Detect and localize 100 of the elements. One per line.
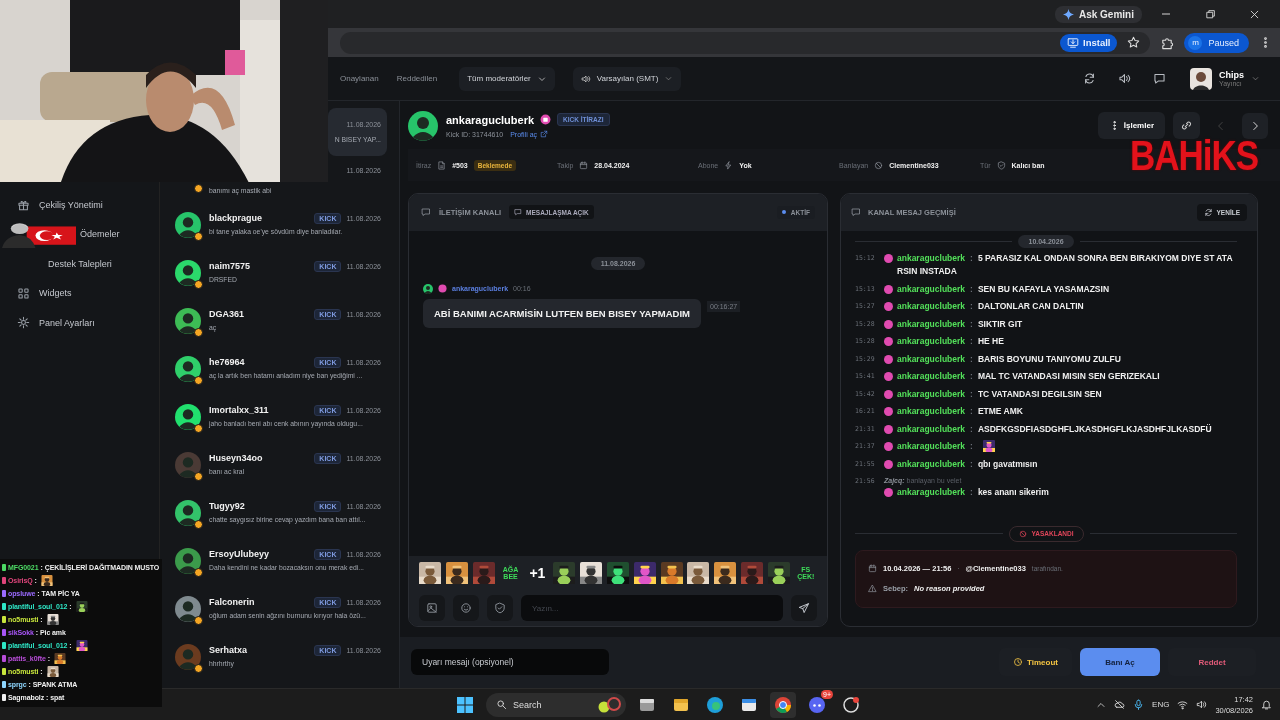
chat-message: ankaragucluberk : TC VATANDASI DEGILSIN SEN xyxy=(897,387,1103,401)
avatar xyxy=(175,260,201,286)
username: blackprague xyxy=(209,213,264,223)
status-dot xyxy=(194,424,203,433)
puzzle-icon xyxy=(1160,35,1175,50)
chrome-button[interactable] xyxy=(770,691,796,718)
app-icon xyxy=(842,695,860,714)
extensions-button[interactable] xyxy=(1160,35,1175,50)
install-icon xyxy=(1067,36,1079,49)
clock-icon xyxy=(1013,657,1024,668)
chat-message: ankaragucluberk : 5 PARASIZ KAL ONDAN SONRA BEN BIRAKIYOM DIYE ST ATA RSIN INSTADA xyxy=(897,251,1234,279)
avatar xyxy=(175,548,201,574)
sidebar-item[interactable]: Çekiliş Yönetimi xyxy=(0,190,159,220)
avatar xyxy=(408,110,438,141)
speaker-icon xyxy=(1118,72,1131,85)
language-indicator[interactable]: ENG xyxy=(1152,700,1170,709)
filter-tab[interactable]: Reddedilen xyxy=(392,68,442,89)
avatar xyxy=(175,212,201,238)
avatar xyxy=(175,452,201,478)
send-icon xyxy=(798,602,810,615)
profile-button[interactable]: m Paused xyxy=(1184,32,1249,53)
status-dot xyxy=(194,616,203,625)
sidebar-item[interactable]: Widgets xyxy=(0,278,159,308)
ban-icon xyxy=(1018,529,1027,538)
star-icon xyxy=(1127,36,1141,49)
avatar xyxy=(175,596,201,622)
username: naim7575 xyxy=(209,261,252,271)
warning-icon xyxy=(868,584,877,594)
chat-message: ankaragucluberk : qbı gavatmısın xyxy=(897,457,1039,471)
bolt-icon xyxy=(724,160,734,170)
gift-icon xyxy=(17,198,30,212)
wifi-icon xyxy=(1177,699,1189,710)
send-button[interactable] xyxy=(791,595,817,622)
avatar xyxy=(1190,67,1212,90)
volume-icon xyxy=(1196,699,1208,710)
username: Imortalxx_311 xyxy=(209,405,270,415)
chat-message: ankaragucluberk : ASDFKGSDFIASDGHFLJKASDHGFLKJASDHFJLKASDFÜ xyxy=(897,422,1213,436)
status-dot xyxy=(194,184,203,193)
link-button[interactable] xyxy=(1173,112,1200,140)
image-icon xyxy=(426,602,438,615)
avatar xyxy=(175,644,201,670)
calendar-icon xyxy=(579,160,589,170)
username: ErsoyUlubeyy xyxy=(209,549,271,559)
username: DGA361 xyxy=(209,309,245,319)
chat-message: ankaragucluberk : DALTONLAR CAN DALTIN xyxy=(897,300,1085,314)
username: he76964 xyxy=(209,357,246,367)
shield-icon xyxy=(494,602,506,615)
install-button[interactable]: Install xyxy=(1060,33,1118,52)
cloud-off-icon xyxy=(1114,699,1126,710)
badge-icon xyxy=(884,253,893,263)
chat-message: ankaragucluberk : MAL TC VATANDASI MISIN SEN GERIZEKALI xyxy=(897,370,1161,384)
moderator-dropdown[interactable]: Tüm moderatörler xyxy=(459,66,555,91)
avatar xyxy=(423,283,433,294)
avatar xyxy=(175,308,201,334)
avatar xyxy=(175,356,201,382)
shield-icon xyxy=(996,160,1006,170)
search-field[interactable]: Search xyxy=(486,692,626,717)
restore-icon xyxy=(1204,8,1216,20)
tennis-ball-icon xyxy=(596,696,622,713)
smiley-icon xyxy=(460,602,472,615)
refresh-icon xyxy=(1203,207,1213,217)
sidebar-item[interactable]: Destek Talepleri xyxy=(0,249,159,279)
speaker-icon xyxy=(580,73,591,84)
status-dot xyxy=(194,280,203,289)
chat-message: ankaragucluberk : ETME AMK xyxy=(897,405,1024,419)
unban-button[interactable]: Banı Aç xyxy=(1080,648,1160,677)
filter-tab[interactable]: Onaylanan xyxy=(336,68,383,89)
close-icon xyxy=(1248,8,1260,20)
moderation-button[interactable] xyxy=(487,595,513,622)
username: Serhatxa xyxy=(209,645,249,655)
chat-icon xyxy=(514,208,523,217)
sound-dropdown[interactable]: Varsayılan (SMT) xyxy=(572,66,682,91)
sidebar-item[interactable]: Ödemeler xyxy=(80,219,126,249)
sidebar-item[interactable]: Panel Ayarları xyxy=(0,308,159,338)
search-icon xyxy=(496,699,507,710)
status-dot xyxy=(194,664,203,673)
image-button[interactable] xyxy=(419,595,445,622)
ask-gemini-button[interactable]: Ask Gemini xyxy=(1054,5,1142,23)
chrome-icon xyxy=(774,695,792,714)
sparkle-icon xyxy=(1062,8,1074,20)
emoji-button[interactable] xyxy=(453,595,479,622)
chat-icon xyxy=(851,207,861,218)
avatar xyxy=(175,404,201,430)
edge-icon xyxy=(706,695,724,714)
address-bar[interactable]: Install xyxy=(340,31,1151,54)
refresh-icon xyxy=(1083,72,1096,85)
emote[interactable]: +1 xyxy=(526,565,549,582)
chat-message: ankaragucluberk : xyxy=(897,440,974,454)
chat-message: ankaragucluberk : HE HE xyxy=(897,335,1005,349)
badge-icon xyxy=(438,284,447,294)
actions-button[interactable]: İşlemler xyxy=(1097,112,1165,140)
user-name: Chips xyxy=(1219,70,1244,80)
status-dot xyxy=(194,472,203,481)
warning-message-field[interactable]: Uyarı mesajı (opsiyonel) xyxy=(411,649,609,676)
status-dot xyxy=(194,232,203,241)
status-dot xyxy=(194,328,203,337)
discord-icon xyxy=(808,695,826,714)
bookmark-button[interactable] xyxy=(1127,36,1141,49)
next-button[interactable] xyxy=(1242,112,1268,139)
status-dot xyxy=(194,568,203,577)
